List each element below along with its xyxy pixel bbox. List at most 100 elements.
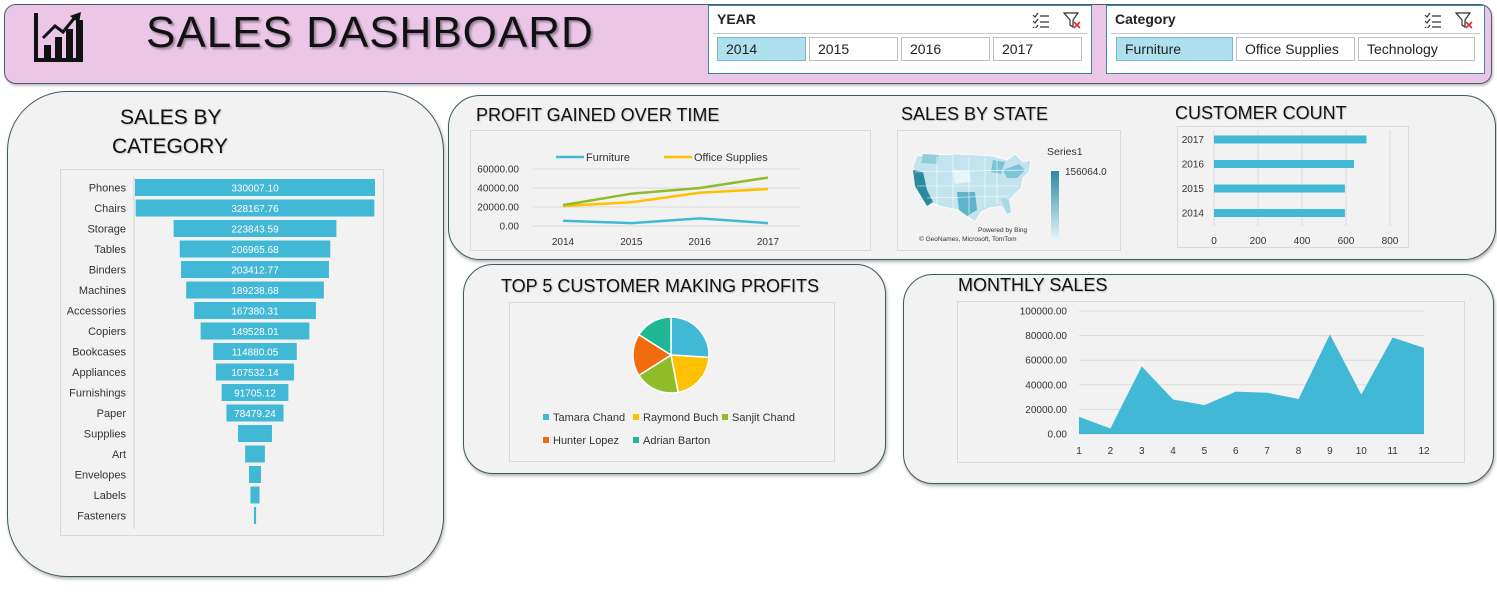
monthly-x-tick: 11 — [1387, 446, 1398, 457]
category-label: Paper — [97, 408, 127, 420]
washington-region — [921, 154, 939, 164]
monthly-x-tick: 6 — [1233, 446, 1239, 457]
category-value-label: 203412.77 — [231, 266, 279, 277]
slicer-category-furniture[interactable]: Furniture — [1116, 37, 1233, 61]
category-value-label: 78479.24 — [234, 409, 276, 420]
category-value-label: 107532.14 — [231, 368, 279, 379]
category-bar — [249, 466, 261, 483]
pie-legend-label: Raymond Buch — [643, 412, 718, 424]
pie-legend-swatch — [633, 437, 639, 443]
category-label: Phones — [89, 183, 127, 195]
profit-over-time-chart: 0.00 20000.00 40000.00 60000.00 2014 2015 2016… — [477, 152, 800, 248]
customer-count-bar — [1214, 135, 1367, 144]
monthly-y-tick: 80000.00 — [1025, 331, 1067, 342]
monthly-y-tick: 20000.00 — [1025, 405, 1067, 416]
customer-count-x-tick: 800 — [1382, 236, 1399, 247]
category-label: Art — [112, 449, 126, 461]
pie-legend-swatch — [722, 414, 728, 420]
map-credit-bing: Powered by Bing — [978, 227, 1028, 234]
pie-legend-swatch — [633, 414, 639, 420]
category-label: Labels — [94, 490, 127, 502]
category-label: Binders — [89, 265, 127, 277]
monthly-x-tick: 7 — [1264, 446, 1270, 457]
monthly-x-tick: 10 — [1356, 446, 1368, 457]
slicer-category-technology[interactable]: Technology — [1358, 37, 1475, 61]
monthly-y-tick: 40000.00 — [1025, 380, 1067, 391]
category-label: Chairs — [94, 203, 126, 215]
customer-count-bar — [1214, 160, 1354, 168]
pie-slice — [670, 316, 710, 359]
category-label: Fasteners — [77, 511, 126, 523]
category-value-label: 167380.31 — [231, 307, 279, 318]
map-legend-gradient — [1051, 171, 1059, 239]
clear-filter-icon[interactable] — [1063, 12, 1083, 30]
profit-legend-label: Furniture — [586, 152, 630, 164]
monthly-x-tick: 3 — [1139, 446, 1145, 457]
dashboard-title: SALES DASHBOARD — [146, 8, 594, 57]
slicer-category-office-supplies[interactable]: Office Supplies — [1236, 37, 1355, 61]
category-label: Accessories — [67, 306, 127, 318]
profit-x-tick: 2015 — [620, 237, 643, 248]
category-value-label: 114880.05 — [232, 348, 279, 359]
year-slicer-label: YEAR — [717, 11, 756, 27]
category-value-label: 189238.68 — [231, 286, 279, 297]
category-value-label: 328167.76 — [231, 204, 279, 215]
category-bar — [238, 425, 272, 442]
pie-legend-label: Tamara Chand — [553, 412, 625, 424]
customer-count-y-label: 2016 — [1182, 160, 1205, 171]
clear-filter-icon[interactable] — [1455, 12, 1475, 30]
top5-customers-title: TOP 5 CUSTOMER MAKING PROFITS — [501, 276, 820, 296]
monthly-x-tick: 1 — [1076, 446, 1082, 457]
bar-chart-icon — [34, 12, 83, 62]
customer-count-x-tick: 0 — [1211, 236, 1217, 247]
pie-legend-label: Sanjit Chand — [732, 412, 795, 424]
category-value-label: 223843.59 — [231, 225, 279, 236]
category-label: Appliances — [72, 367, 126, 379]
pie-legend-label: Adrian Barton — [643, 435, 710, 447]
monthly-x-tick: 9 — [1327, 446, 1333, 457]
category-label: Copiers — [88, 326, 126, 338]
sales-by-state-title: SALES BY STATE — [901, 104, 1049, 124]
pie-legend-swatch — [543, 414, 549, 420]
customer-count-title: CUSTOMER COUNT — [1175, 103, 1347, 123]
category-slicer: Category Furniture Office Supplies Techn… — [1106, 5, 1485, 74]
slicer-year-2016[interactable]: 2016 — [901, 37, 990, 61]
profit-y-tick: 40000.00 — [477, 184, 519, 195]
category-label: Envelopes — [75, 470, 127, 482]
profit-y-tick: 20000.00 — [477, 203, 519, 214]
multi-select-icon[interactable] — [1032, 12, 1050, 28]
category-bar — [245, 445, 265, 463]
sales-by-category-title-line2: CATEGORY — [112, 135, 228, 158]
monthly-x-tick: 5 — [1202, 446, 1208, 457]
profit-x-tick: 2014 — [552, 237, 575, 248]
map-legend-value: 156064.0 — [1065, 167, 1107, 178]
customer-count-y-label: 2014 — [1182, 209, 1205, 220]
category-label: Supplies — [84, 429, 127, 441]
category-bar — [253, 507, 257, 524]
slicer-year-2015[interactable]: 2015 — [809, 37, 898, 61]
monthly-y-tick: 0.00 — [1048, 430, 1068, 441]
profit-over-time-title: PROFIT GAINED OVER TIME — [476, 105, 720, 125]
customer-count-y-label: 2017 — [1182, 135, 1205, 146]
profit-x-tick: 2017 — [757, 237, 780, 248]
sales-by-category-chart: Phones 330007.10 Chairs 328167.76 Storage 223… — [67, 177, 375, 529]
profit-y-tick: 0.00 — [500, 222, 520, 233]
profit-x-tick: 2016 — [689, 237, 712, 248]
slicer-year-2017[interactable]: 2017 — [993, 37, 1082, 61]
profit-series-line — [562, 217, 769, 225]
monthly-y-tick: 100000.00 — [1020, 307, 1068, 318]
slicer-year-2014[interactable]: 2014 — [717, 37, 806, 61]
multi-select-icon[interactable] — [1424, 12, 1442, 28]
monthly-sales-title: MONTHLY SALES — [958, 275, 1108, 295]
category-slicer-label: Category — [1115, 11, 1176, 27]
monthly-sales-chart: 0.00 20000.00 40000.00 60000.00 80000.00 1000… — [1020, 307, 1430, 458]
category-label: Bookcases — [72, 347, 126, 359]
pie-legend-label: Hunter Lopez — [553, 435, 619, 447]
sales-by-category-title-line1: SALES BY — [120, 106, 222, 129]
sales-by-state-map: Series1 156064.0 Powered by Bing © GeoNa… — [912, 146, 1107, 243]
category-label: Tables — [94, 244, 126, 256]
category-value-label: 330007.10 — [231, 184, 279, 195]
category-value-label: 206965.68 — [231, 245, 279, 256]
customer-count-y-label: 2015 — [1182, 184, 1205, 195]
monthly-y-tick: 60000.00 — [1025, 356, 1067, 367]
